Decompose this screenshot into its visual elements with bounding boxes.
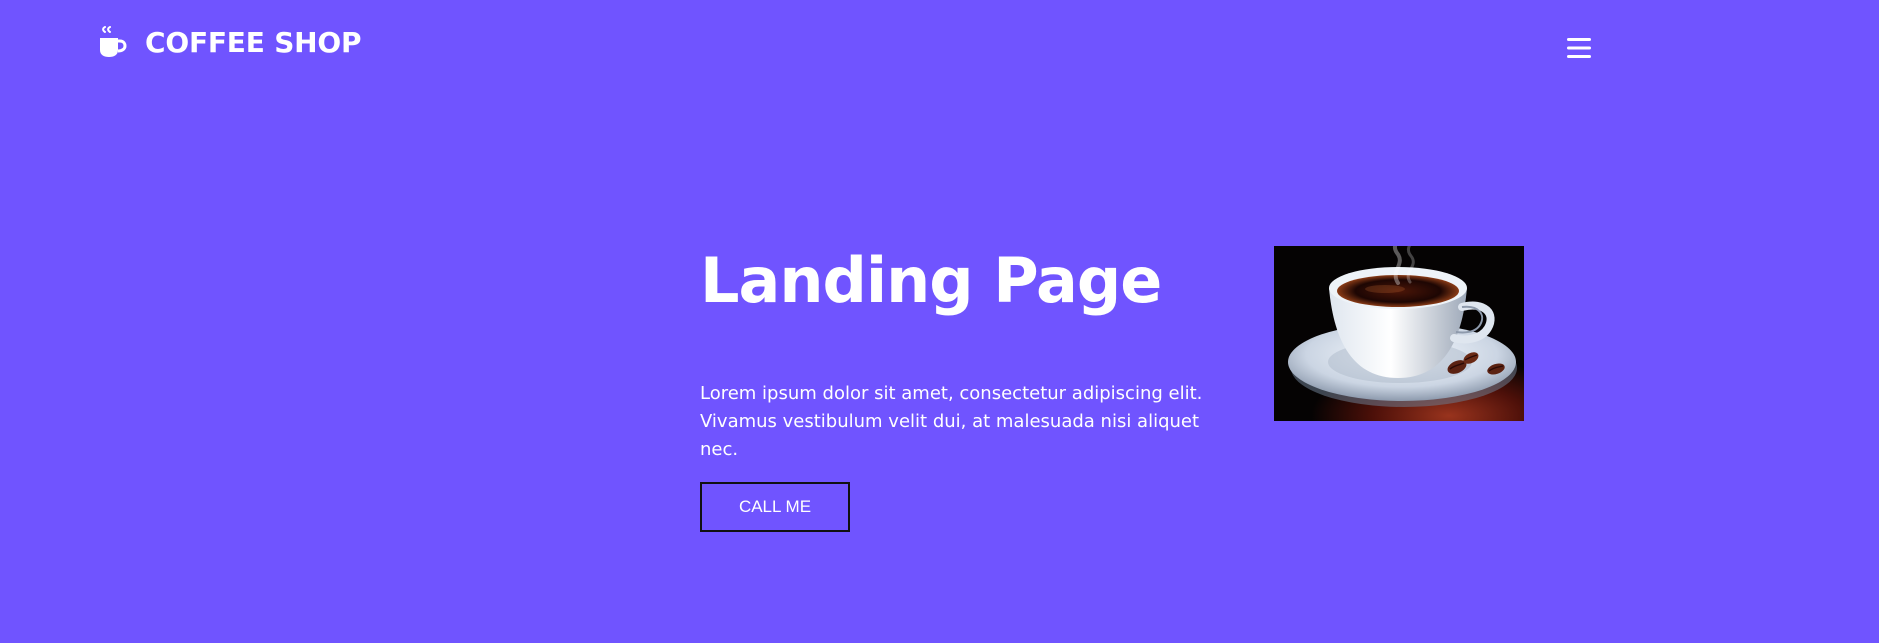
- call-me-button[interactable]: CALL ME: [700, 482, 850, 532]
- hamburger-menu-button[interactable]: [1566, 36, 1592, 60]
- brand-title: COFFEE SHOP: [145, 26, 362, 59]
- brand[interactable]: COFFEE SHOP: [97, 26, 362, 60]
- hero-description: Lorem ipsum dolor sit amet, consectetur …: [700, 383, 1203, 460]
- hamburger-menu-icon[interactable]: [1566, 36, 1592, 60]
- coffee-cup-photo: [1274, 246, 1524, 421]
- site-header: COFFEE SHOP: [0, 0, 1879, 100]
- hero-content: Landing Page Lorem ipsum dolor sit amet,…: [700, 244, 1220, 461]
- coffee-cup-icon: [97, 26, 127, 60]
- page-title: Landing Page: [700, 244, 1162, 317]
